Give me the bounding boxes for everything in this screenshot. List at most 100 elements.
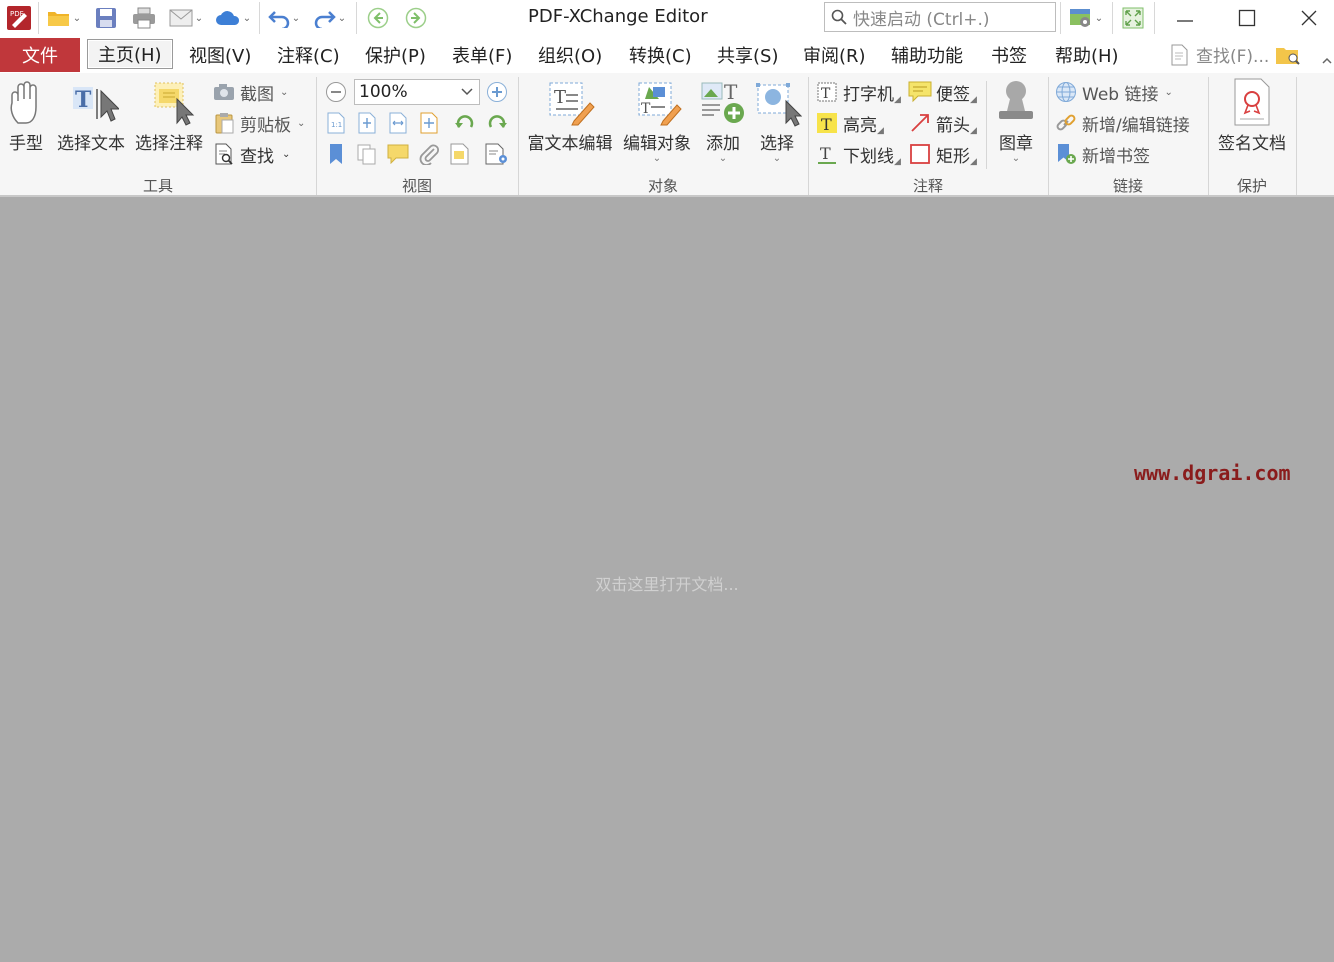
select-comment-button[interactable]: 选择注释 bbox=[130, 77, 208, 154]
maximize-button[interactable] bbox=[1216, 0, 1278, 36]
save-button[interactable] bbox=[92, 4, 120, 32]
menu-bookmarks[interactable]: 书签 bbox=[991, 38, 1027, 72]
snapshot-label: 截图 bbox=[240, 84, 274, 105]
pages-pane-button[interactable] bbox=[355, 142, 379, 166]
save-icon bbox=[96, 8, 116, 28]
redo-button[interactable]: ⌄ bbox=[308, 4, 352, 32]
quick-launch-search[interactable]: 快速启动 (Ctrl+.) bbox=[824, 2, 1056, 32]
email-button[interactable]: ⌄ bbox=[164, 4, 208, 32]
menu-accessibility[interactable]: 辅助功能 bbox=[891, 38, 963, 72]
document-icon bbox=[450, 143, 469, 165]
menu-convert[interactable]: 转换(C) bbox=[629, 38, 692, 72]
select-object-button[interactable]: 选择 ⌄ bbox=[750, 77, 804, 164]
print-button[interactable] bbox=[130, 4, 158, 32]
svg-text:T: T bbox=[554, 87, 566, 108]
forward-button[interactable] bbox=[402, 4, 430, 32]
ribbon-collapse-icon[interactable] bbox=[1322, 50, 1332, 70]
typewriter-button[interactable]: T 打字机 ◢ bbox=[815, 79, 901, 105]
find-folder-icon bbox=[1276, 47, 1300, 65]
camera-icon bbox=[214, 84, 234, 100]
search-placeholder: 快速启动 (Ctrl+.) bbox=[853, 9, 990, 30]
hand-tool-button[interactable]: 手型 bbox=[4, 77, 48, 154]
clipboard-button[interactable]: 剪贴板 ⌄ bbox=[212, 110, 305, 136]
rich-text-edit-icon: T bbox=[549, 82, 595, 126]
rich-text-edit-button[interactable]: T 富文本编辑 bbox=[522, 77, 618, 154]
actual-size-icon: 1:1 bbox=[327, 112, 345, 134]
close-button[interactable] bbox=[1278, 0, 1334, 36]
document-area[interactable]: 双击这里打开文档... www.dgrai.com bbox=[0, 199, 1334, 962]
stamp-button[interactable]: 图章 ⌄ bbox=[990, 77, 1042, 164]
menu-protect[interactable]: 保护(P) bbox=[365, 38, 426, 72]
sign-document-label: 签名文档 bbox=[1218, 134, 1286, 154]
comments-icon bbox=[387, 144, 409, 164]
menu-view[interactable]: 视图(V) bbox=[189, 38, 251, 72]
arrow-label: 箭头 bbox=[936, 115, 970, 136]
actual-size-button[interactable]: 1:1 bbox=[324, 111, 348, 135]
menu-review[interactable]: 审阅(R) bbox=[803, 38, 866, 72]
menu-help[interactable]: 帮助(H) bbox=[1055, 38, 1119, 72]
svg-text:T: T bbox=[75, 87, 92, 113]
menu-organize[interactable]: 组织(O) bbox=[538, 38, 602, 72]
stamp-label: 图章 bbox=[999, 134, 1033, 154]
find-button[interactable]: 查找(F)... bbox=[1170, 42, 1301, 67]
document-properties-button[interactable] bbox=[448, 142, 472, 166]
add-bookmark-button[interactable]: 新增书签 bbox=[1054, 141, 1150, 167]
select-text-button[interactable]: T 选择文本 bbox=[52, 77, 130, 154]
rectangle-icon bbox=[910, 144, 930, 164]
menu-comment[interactable]: 注释(C) bbox=[277, 38, 340, 72]
back-button[interactable] bbox=[364, 4, 392, 32]
ribbon: 手型 T 选择文本 选择注释 截图 ⌄ 剪贴板 ⌄ 查找 ⌄ 工具 100% 1:1 bbox=[0, 73, 1334, 197]
highlight-button[interactable]: T 高亮 ◢ bbox=[815, 110, 884, 136]
fit-width-button[interactable] bbox=[386, 111, 410, 135]
fullscreen-button[interactable] bbox=[1118, 4, 1148, 32]
rotate-right-button[interactable] bbox=[485, 111, 509, 135]
chevron-down-icon bbox=[461, 88, 473, 96]
open-folder-button[interactable]: ⌄ bbox=[42, 4, 86, 32]
fit-page-button[interactable] bbox=[355, 111, 379, 135]
arrow-icon bbox=[911, 114, 929, 132]
menu-bar: 文件 主页(H) 视图(V) 注释(C) 保护(P) 表单(F) 组织(O) 转… bbox=[0, 36, 1334, 73]
menu-form[interactable]: 表单(F) bbox=[452, 38, 512, 72]
arrow-right-circle-icon bbox=[405, 7, 427, 29]
zoom-out-button[interactable] bbox=[324, 80, 348, 104]
sticky-note-button[interactable]: 便签 ◢ bbox=[908, 79, 977, 105]
snapshot-button[interactable]: 截图 ⌄ bbox=[212, 79, 288, 105]
zoom-in-button[interactable] bbox=[485, 80, 509, 104]
document-settings-button[interactable] bbox=[485, 142, 509, 166]
fit-visible-button[interactable] bbox=[417, 111, 441, 135]
undo-button[interactable]: ⌄ bbox=[262, 4, 306, 32]
find-icon bbox=[215, 143, 233, 165]
arrow-button[interactable]: 箭头 ◢ bbox=[908, 110, 977, 136]
add-bookmark-icon bbox=[1058, 144, 1076, 164]
cloud-icon bbox=[215, 11, 239, 25]
add-object-icon: T bbox=[701, 80, 744, 123]
group-label-objects: 对象 bbox=[647, 177, 678, 195]
svg-text:T: T bbox=[724, 80, 738, 104]
add-object-button[interactable]: T 添加 ⌄ bbox=[698, 77, 748, 164]
menu-file[interactable]: 文件 bbox=[0, 38, 80, 72]
zoom-select[interactable]: 100% bbox=[354, 79, 480, 105]
comments-pane-button[interactable] bbox=[386, 142, 410, 166]
link-icon bbox=[1056, 114, 1076, 131]
minimize-button[interactable] bbox=[1154, 0, 1216, 36]
add-edit-link-button[interactable]: 新增/编辑链接 bbox=[1054, 110, 1190, 136]
menu-share[interactable]: 共享(S) bbox=[717, 38, 778, 72]
rectangle-button[interactable]: 矩形 ◢ bbox=[908, 141, 977, 167]
edit-object-button[interactable]: T 编辑对象 ⌄ bbox=[618, 77, 696, 164]
app-logo-icon[interactable]: PDF bbox=[4, 4, 34, 32]
web-link-button[interactable]: Web 链接 ⌄ bbox=[1054, 79, 1173, 105]
bookmarks-pane-button[interactable] bbox=[324, 142, 348, 166]
group-label-view: 视图 bbox=[401, 177, 432, 195]
zoom-in-icon bbox=[487, 82, 507, 102]
cloud-button[interactable]: ⌄ bbox=[210, 4, 256, 32]
open-document-hint[interactable]: 双击这里打开文档... bbox=[0, 571, 1334, 595]
sign-document-button[interactable]: 签名文档 bbox=[1212, 77, 1292, 154]
attachments-pane-button[interactable] bbox=[417, 142, 441, 166]
find-tool-button[interactable]: 查找 ⌄ bbox=[212, 141, 290, 167]
underline-button[interactable]: T 下划线 ◢ bbox=[815, 141, 901, 167]
menu-home[interactable]: 主页(H) bbox=[87, 39, 173, 69]
rotate-left-button[interactable] bbox=[453, 111, 477, 135]
ui-options-button[interactable]: ⌄ bbox=[1064, 4, 1108, 32]
select-object-label: 选择 bbox=[760, 134, 794, 154]
title-bar: PDF ⌄ ⌄ ⌄ ⌄ ⌄ PDF-XChange Editor 快速启动 (C… bbox=[0, 0, 1334, 36]
